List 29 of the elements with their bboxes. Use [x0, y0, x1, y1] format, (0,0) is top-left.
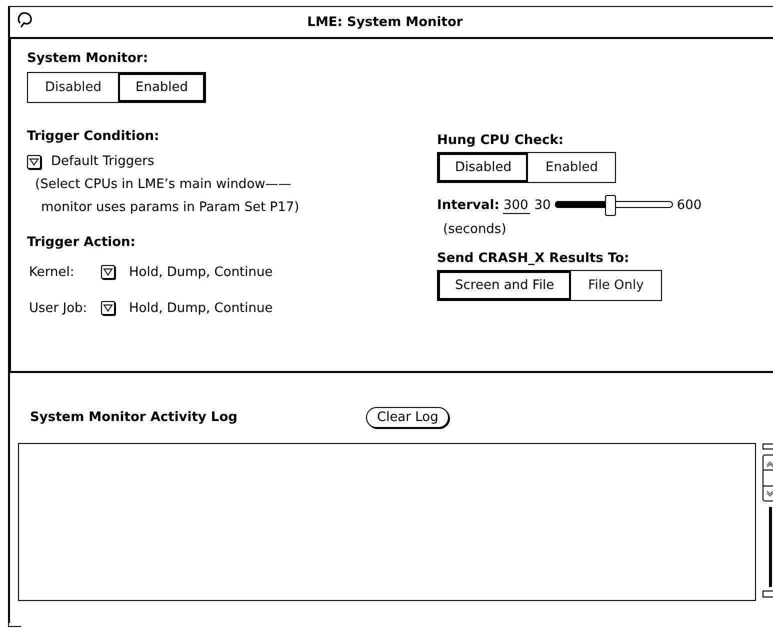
- section-label: Hung CPU Check:: [437, 133, 564, 148]
- slider-min-label: 30: [534, 198, 551, 213]
- menu-button[interactable]: [27, 154, 41, 168]
- note-text: (Select CPUs in LME’s main window—— monitor uses params in Param Set P17): [35, 176, 300, 217]
- segment-option[interactable]: Screen and File: [438, 271, 572, 300]
- field-label: Interval:: [437, 198, 500, 213]
- field-label: User Job:: [29, 300, 88, 316]
- section-label: Trigger Condition:: [27, 129, 160, 144]
- section-label: Send CRASH_X Results To:: [437, 251, 630, 266]
- slider-max-label: 600: [676, 198, 702, 213]
- menu-value: Default Triggers: [51, 154, 154, 169]
- units-label: (seconds): [443, 222, 506, 237]
- slider-thumb[interactable]: [605, 195, 616, 216]
- window-title: LME: System Monitor: [307, 14, 463, 30]
- field-label: Kernel:: [29, 264, 76, 280]
- scrollbar[interactable]: [762, 443, 773, 599]
- section-label: System Monitor:: [27, 51, 148, 66]
- interval-field[interactable]: 300: [503, 198, 530, 214]
- menu-value: Hold, Dump, Continue: [129, 300, 273, 316]
- menu-button[interactable]: [101, 265, 115, 279]
- interval-slider[interactable]: [554, 195, 673, 216]
- menu-value: Hold, Dump, Continue: [129, 264, 273, 280]
- app-logo-icon: [16, 11, 34, 29]
- segment-option[interactable]: Disabled: [438, 153, 528, 182]
- clear-log-button[interactable]: Clear Log: [366, 406, 450, 428]
- menu-button[interactable]: [101, 301, 115, 315]
- section-label: System Monitor Activity Log: [30, 410, 238, 424]
- section-label: Trigger Action:: [27, 235, 136, 250]
- segment-option[interactable]: Enabled: [118, 73, 206, 102]
